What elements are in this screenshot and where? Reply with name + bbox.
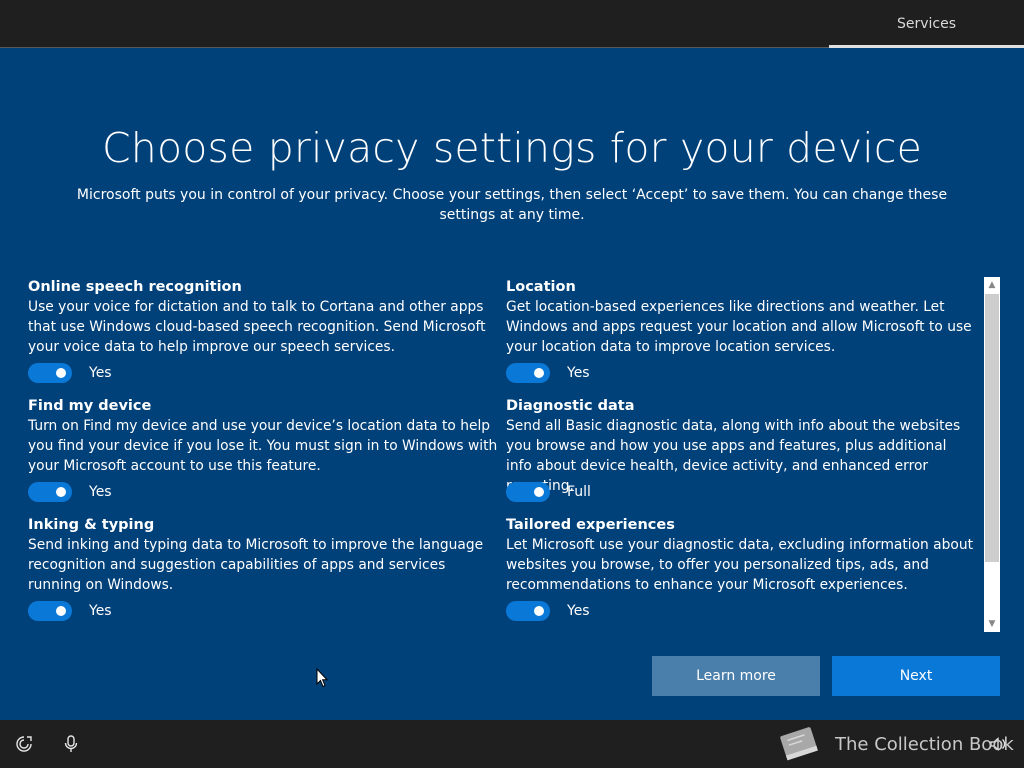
setting-tailored-experiences: Tailored experiences Let Microsoft use y… [506,516,976,635]
setting-description: Let Microsoft use your diagnostic data, … [506,537,973,593]
setting-description: Use your voice for dictation and to talk… [28,299,486,355]
find-my-device-toggle[interactable] [28,482,72,502]
toggle-value-label: Yes [89,484,112,500]
speech-toggle[interactable] [28,363,72,383]
setting-title: Online speech recognition [28,279,242,295]
learn-more-button[interactable]: Learn more [652,656,820,696]
toggle-knob [56,606,66,616]
setting-title: Inking & typing [28,517,155,533]
page-title: Choose privacy settings for your device [101,124,923,172]
privacy-settings-list: Online speech recognition Use your voice… [28,278,978,630]
diagnostic-data-toggle[interactable] [506,482,550,502]
top-bar: Services [0,0,1024,48]
toggle-row: Yes [28,482,112,502]
mouse-cursor-icon [316,668,328,688]
toggle-row: Full [506,482,591,502]
toggle-value-label: Yes [89,365,112,381]
toggle-row: Yes [28,601,112,621]
tab-active-indicator [829,45,1024,48]
settings-column-right: Location Get location-based experiences … [506,278,976,635]
setting-title: Diagnostic data [506,398,635,414]
toggle-knob [534,368,544,378]
toggle-row: Yes [506,601,590,621]
ease-of-access-icon[interactable] [14,734,34,754]
setting-location: Location Get location-based experiences … [506,278,976,397]
toggle-knob [56,368,66,378]
setting-description: Get location-based experiences like dire… [506,299,972,355]
toggle-row: Yes [28,363,112,383]
setting-description: Turn on Find my device and use your devi… [28,418,498,474]
scroll-thumb[interactable] [985,294,999,562]
toggle-value-label: Full [567,484,591,500]
setting-online-speech-recognition: Online speech recognition Use your voice… [28,278,498,397]
book-logo-icon [780,727,818,761]
setting-title: Find my device [28,398,152,414]
tab-services[interactable]: Services [829,0,1024,48]
toggle-value-label: Yes [567,365,590,381]
toggle-value-label: Yes [89,603,112,619]
next-button[interactable]: Next [832,656,1000,696]
setting-diagnostic-data: Diagnostic data Send all Basic diagnosti… [506,397,976,516]
settings-scrollbar[interactable]: ▲ ▼ [984,277,1000,632]
watermark: The Collection Book [773,720,1014,768]
scroll-down-arrow-icon[interactable]: ▼ [984,616,1000,632]
toggle-row: Yes [506,363,590,383]
settings-column-left: Online speech recognition Use your voice… [28,278,498,635]
watermark-text: The Collection Book [835,733,1014,755]
microphone-icon[interactable] [61,734,81,754]
location-toggle[interactable] [506,363,550,383]
setting-find-my-device: Find my device Turn on Find my device an… [28,397,498,516]
toggle-knob [534,606,544,616]
tailored-experiences-toggle[interactable] [506,601,550,621]
setting-description: Send inking and typing data to Microsoft… [28,537,484,593]
setting-title: Location [506,279,576,295]
page-subtitle: Microsoft puts you in control of your pr… [76,187,948,223]
toggle-value-label: Yes [567,603,590,619]
scroll-up-arrow-icon[interactable]: ▲ [984,277,1000,293]
setting-inking-typing: Inking & typing Send inking and typing d… [28,516,498,635]
toggle-knob [534,487,544,497]
setting-title: Tailored experiences [506,517,675,533]
toggle-knob [56,487,66,497]
inking-typing-toggle[interactable] [28,601,72,621]
